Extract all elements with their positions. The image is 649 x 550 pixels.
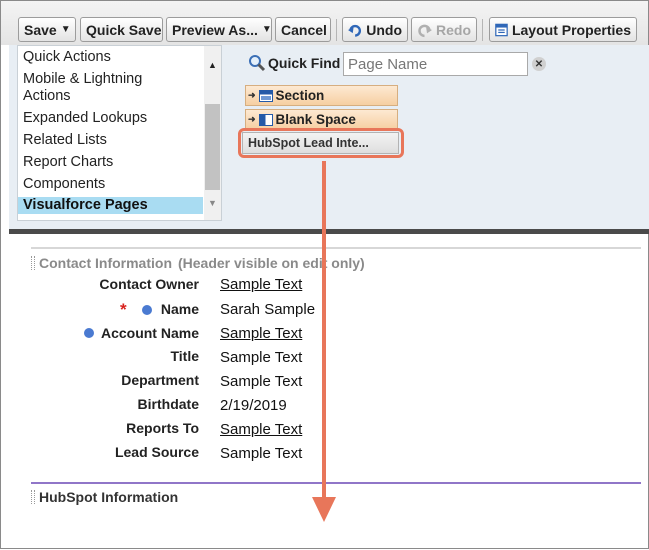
category-expanded-lookups[interactable]: Expanded Lookups: [18, 110, 203, 127]
category-list[interactable]: Quick Actions Mobile & Lightning Actions…: [17, 45, 222, 221]
section-title: Contact Information: [39, 255, 172, 271]
section-icon: [258, 89, 273, 102]
field-label: Title: [170, 348, 199, 364]
field-value: Sample Text: [220, 349, 303, 366]
category-components[interactable]: Components: [18, 176, 203, 193]
field-value: 2/19/2019: [220, 397, 287, 414]
save-button[interactable]: Save ▼: [18, 17, 76, 42]
contact-information-section-header[interactable]: Contact Information (Header visible on e…: [31, 255, 365, 271]
redo-arrow-icon: [418, 24, 432, 37]
section-divider: [31, 247, 641, 249]
palette: Quick Actions Mobile & Lightning Actions…: [9, 45, 649, 234]
section-title: HubSpot Information: [39, 489, 179, 505]
hubspot-information-section-header[interactable]: HubSpot Information: [31, 489, 178, 505]
field-row-title[interactable]: Title Sample Text: [9, 348, 641, 371]
field-value: Sarah Sample: [220, 301, 316, 318]
redo-label: Redo: [436, 21, 471, 38]
category-mobile-lightning[interactable]: Mobile & Lightning: [18, 71, 203, 88]
toolbar: Save ▼ Quick Save Preview As... ▼ Cancel…: [1, 1, 648, 45]
layout-canvas: Contact Information (Header visible on e…: [9, 241, 641, 541]
category-mobile-lightning-actions[interactable]: Actions: [18, 88, 203, 105]
field-label: Name: [160, 301, 199, 317]
quick-save-label: Quick Save: [86, 21, 162, 38]
field-row-department[interactable]: Department Sample Text: [9, 372, 641, 395]
category-report-charts[interactable]: Report Charts: [18, 154, 203, 171]
palette-item-blank-space[interactable]: ➜ Blank Space: [245, 109, 398, 130]
scroll-up-icon[interactable]: ▲: [208, 60, 217, 70]
blue-dot-icon: [84, 328, 94, 338]
field-label: Lead Source: [114, 444, 199, 460]
category-related-lists[interactable]: Related Lists: [18, 132, 203, 149]
layout-properties-button[interactable]: Layout Properties: [489, 17, 637, 42]
chevron-down-icon: ▼: [261, 24, 272, 35]
cancel-label: Cancel: [281, 21, 327, 38]
palette-item-section[interactable]: ➜ Section: [245, 85, 398, 106]
category-scrollbar[interactable]: ▲ ▼: [204, 46, 221, 220]
field-row-lead-source[interactable]: Lead Source Sample Text: [9, 444, 641, 467]
field-value: Sample Text: [220, 325, 303, 342]
undo-label: Undo: [366, 21, 402, 38]
blank-space-icon: [258, 113, 273, 126]
field-row-reports-to[interactable]: Reports To Sample Text: [9, 420, 641, 443]
palette-item-section-label: Section: [275, 88, 325, 103]
cancel-button[interactable]: Cancel: [275, 17, 331, 42]
drag-arrow-icon: ➜: [248, 114, 256, 124]
highlight-outline: [238, 128, 404, 158]
field-label: Reports To: [126, 420, 199, 436]
field-value: Sample Text: [220, 276, 303, 293]
drag-arrow-icon: ➜: [248, 90, 256, 100]
clear-x-icon[interactable]: ✕: [532, 57, 546, 71]
chevron-down-icon[interactable]: ▼: [61, 24, 71, 35]
palette-item-blank-space-label: Blank Space: [275, 112, 356, 127]
category-quick-actions[interactable]: Quick Actions: [18, 49, 203, 66]
toolbar-divider: [336, 19, 337, 41]
quick-find-input[interactable]: [343, 52, 528, 76]
field-label: Department: [121, 372, 199, 388]
section-divider: [31, 482, 641, 484]
field-label: Birthdate: [137, 396, 199, 412]
quick-find-label: Quick Find: [268, 55, 341, 71]
field-value: Sample Text: [220, 373, 303, 390]
drag-handle-icon[interactable]: [31, 490, 35, 504]
quick-save-button[interactable]: Quick Save: [80, 17, 163, 42]
undo-arrow-icon: [348, 24, 362, 37]
field-value: Sample Text: [220, 421, 303, 438]
page-layout-editor: Save ▼ Quick Save Preview As... ▼ Cancel…: [0, 0, 649, 549]
required-star-icon: *: [120, 300, 127, 319]
field-row-birthdate[interactable]: Birthdate 2/19/2019: [9, 396, 641, 419]
toolbar-divider: [482, 19, 483, 41]
category-visualforce-pages[interactable]: Visualforce Pages: [18, 197, 203, 214]
scroll-down-icon[interactable]: ▼: [208, 198, 217, 208]
section-note: (Header visible on edit only): [178, 255, 365, 271]
preview-as-button[interactable]: Preview As... ▼: [166, 17, 272, 42]
magnifier-icon: [249, 55, 266, 72]
drag-handle-icon[interactable]: [31, 256, 35, 270]
field-row-contact-owner[interactable]: Contact Owner Sample Text: [9, 276, 641, 298]
field-label: Account Name: [100, 325, 199, 341]
field-label: Contact Owner: [99, 276, 199, 292]
preview-as-label: Preview As...: [172, 21, 258, 38]
palette-items-pane: Quick Find ✕ ➜ Section ➜ Blank Space: [234, 45, 649, 229]
blue-dot-icon: [142, 305, 152, 315]
field-value: Sample Text: [220, 445, 303, 462]
scroll-thumb[interactable]: [205, 104, 220, 190]
undo-button[interactable]: Undo: [342, 17, 408, 42]
layout-properties-label: Layout Properties: [511, 21, 631, 38]
field-row-account-name[interactable]: Account Name Sample Text: [9, 325, 641, 347]
redo-button[interactable]: Redo: [411, 17, 477, 42]
layout-properties-icon: [495, 23, 508, 36]
field-row-name[interactable]: * Name Sarah Sample: [9, 300, 641, 323]
save-label: Save: [24, 21, 57, 38]
